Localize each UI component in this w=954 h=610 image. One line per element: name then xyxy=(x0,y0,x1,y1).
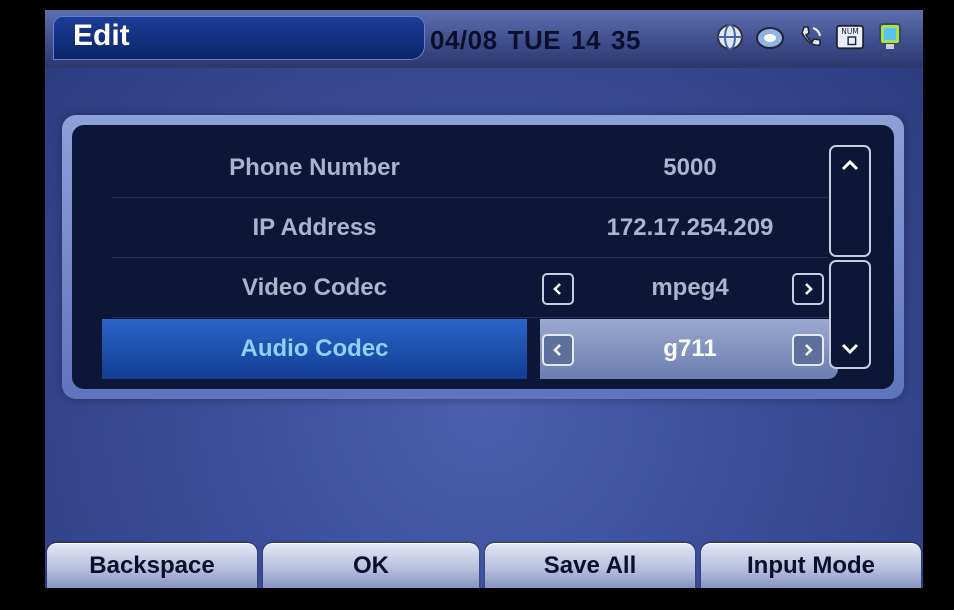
setting-label: Phone Number xyxy=(229,154,400,181)
ok-button[interactable]: OK xyxy=(263,543,479,588)
prev-option-button[interactable] xyxy=(542,273,574,305)
scroll-down-button[interactable] xyxy=(829,260,871,369)
chevron-down-icon xyxy=(841,343,859,355)
page-title: Edit xyxy=(73,19,130,52)
num-icon-label: NUM xyxy=(841,27,859,36)
datetime: 04/08 TUE 14 35 xyxy=(430,20,641,60)
device-screen: Edit 04/08 TUE 14 35 NUM Phone Number 50… xyxy=(45,10,923,588)
status-icons: NUM xyxy=(715,22,905,52)
date: 04/08 xyxy=(430,24,498,55)
prev-option-button[interactable] xyxy=(542,334,574,366)
save-all-button[interactable]: Save All xyxy=(485,543,695,588)
day: TUE xyxy=(507,24,562,55)
setting-value: 5000 xyxy=(663,154,717,181)
status-bar: Edit 04/08 TUE 14 35 NUM xyxy=(45,10,923,68)
chevron-right-icon xyxy=(805,344,813,356)
setting-value: 172.17.254.209 xyxy=(606,214,774,241)
network-icon xyxy=(755,22,785,52)
row-divider xyxy=(112,317,828,318)
settings-list: Phone Number 5000 IP Address 172.17.254.… xyxy=(72,125,894,389)
chevron-left-icon xyxy=(553,344,561,356)
softkey-bar: Backspace OK Save All Input Mode xyxy=(45,543,923,588)
setting-label: Video Codec xyxy=(242,274,387,301)
next-option-button[interactable] xyxy=(792,334,824,366)
backspace-button[interactable]: Backspace xyxy=(47,543,257,588)
setting-label: Audio Codec xyxy=(102,319,527,379)
hour: 14 xyxy=(571,24,601,55)
globe-icon xyxy=(715,22,745,52)
chevron-right-icon xyxy=(805,283,813,295)
scroll-up-button[interactable] xyxy=(829,145,871,257)
phone-icon xyxy=(795,22,825,52)
setting-row-ip-address[interactable]: IP Address 172.17.254.209 xyxy=(102,198,828,258)
chevron-left-icon xyxy=(553,283,561,295)
setting-label: IP Address xyxy=(252,214,377,241)
chevron-up-icon xyxy=(841,159,859,171)
setting-row-phone-number[interactable]: Phone Number 5000 xyxy=(102,138,828,198)
title-tab: Edit xyxy=(53,16,425,60)
num-keypad-icon: NUM xyxy=(835,22,865,52)
setting-row-video-codec[interactable]: Video Codec mpeg4 xyxy=(102,258,828,318)
next-option-button[interactable] xyxy=(792,273,824,305)
input-mode-button[interactable]: Input Mode xyxy=(701,543,921,588)
minute: 35 xyxy=(611,24,641,55)
setting-row-audio-codec[interactable]: Audio Codec g711 xyxy=(102,319,838,379)
monitor-icon xyxy=(875,22,905,52)
settings-panel: Phone Number 5000 IP Address 172.17.254.… xyxy=(62,115,904,399)
